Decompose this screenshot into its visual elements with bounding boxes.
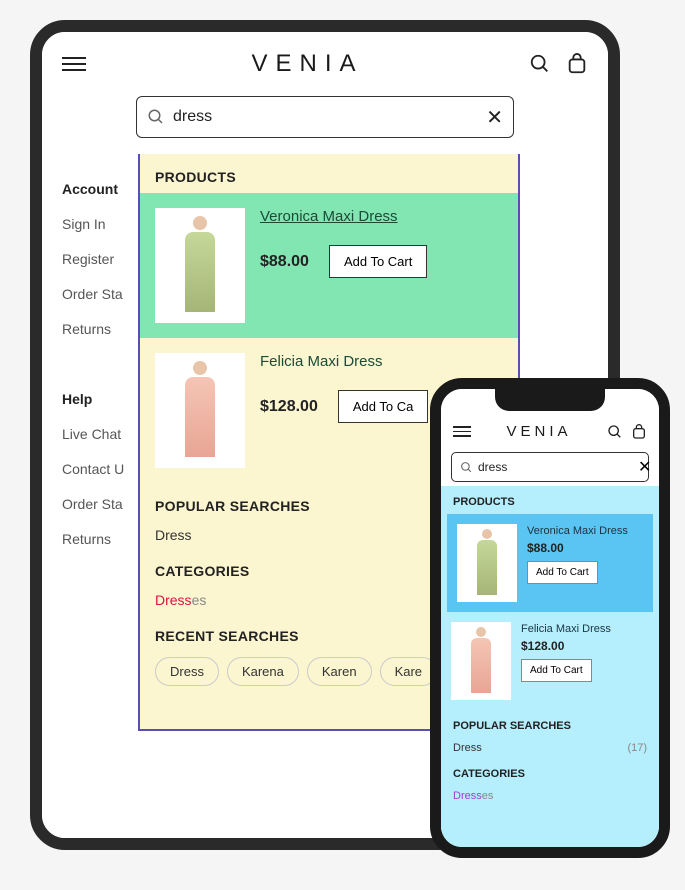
search-icon [460, 461, 473, 474]
clear-icon[interactable]: ✕ [638, 457, 651, 477]
category-item[interactable]: Dresses [441, 786, 659, 806]
popular-search-row[interactable]: Dress (17) [441, 738, 659, 758]
phone-screen: VENIA ✕ PRODUCTS [441, 389, 659, 847]
recent-search-pill[interactable]: Karena [227, 657, 299, 686]
product-image [155, 208, 245, 323]
search-dropdown: PRODUCTS Veronica Maxi Dress $88.00 Add … [441, 486, 659, 858]
product-image [457, 524, 517, 602]
recent-search-pill[interactable]: Karen [307, 657, 372, 686]
sidebar-help-head: Help [62, 382, 124, 417]
hamburger-icon[interactable] [453, 423, 471, 440]
category-rest: es [482, 790, 494, 802]
product-image [451, 622, 511, 700]
add-to-cart-button[interactable]: Add To Cart [521, 659, 592, 682]
category-rest: es [192, 592, 207, 608]
products-heading: PRODUCTS [441, 486, 659, 514]
product-name[interactable]: Veronica Maxi Dress [260, 208, 503, 225]
clear-icon[interactable]: ✕ [486, 105, 503, 130]
sidebar-background: Account Sign In Register Order Sta Retur… [62, 172, 124, 557]
category-highlight: Dress [453, 790, 482, 802]
phone-device: VENIA ✕ PRODUCTS [430, 378, 670, 858]
sidebar-item[interactable]: Contact U [62, 452, 124, 487]
product-card[interactable]: Veronica Maxi Dress $88.00 Add To Cart [447, 514, 653, 612]
recent-search-pill[interactable]: Dress [155, 657, 219, 686]
phone-notch [495, 389, 605, 411]
search-input[interactable] [473, 460, 638, 474]
product-name[interactable]: Felicia Maxi Dress [260, 353, 503, 370]
product-card[interactable]: Veronica Maxi Dress $88.00 Add To Cart [140, 193, 518, 338]
popular-searches-heading: POPULAR SEARCHES [441, 710, 659, 738]
sidebar-item[interactable]: Returns [62, 312, 124, 347]
cart-icon[interactable] [631, 424, 647, 440]
sidebar-account-head: Account [62, 172, 124, 207]
sidebar-item[interactable]: Order Sta [62, 487, 124, 522]
product-card[interactable]: Felicia Maxi Dress $128.00 Add To Cart [441, 612, 659, 710]
sidebar-item[interactable]: Sign In [62, 207, 124, 242]
sidebar-item[interactable]: Returns [62, 522, 124, 557]
sidebar-item[interactable]: Register [62, 242, 124, 277]
product-name[interactable]: Veronica Maxi Dress [527, 524, 643, 538]
cart-icon[interactable] [566, 53, 588, 75]
sidebar-item[interactable]: Order Sta [62, 277, 124, 312]
product-image [155, 353, 245, 468]
product-price: $128.00 [260, 398, 318, 416]
tablet-header: VENIA [42, 32, 608, 96]
search-input[interactable] [165, 108, 486, 126]
search-icon [147, 108, 165, 126]
product-price: $88.00 [260, 253, 309, 271]
brand-logo: VENIA [251, 50, 363, 78]
products-heading: PRODUCTS [140, 154, 518, 193]
add-to-cart-button[interactable]: Add To Ca [338, 390, 428, 423]
search-bar[interactable]: ✕ [451, 452, 649, 482]
popular-search-item: Dress [453, 742, 482, 754]
search-bar[interactable]: ✕ [136, 96, 514, 138]
add-to-cart-button[interactable]: Add To Cart [329, 245, 427, 278]
hamburger-icon[interactable] [62, 53, 86, 75]
recent-search-pill[interactable]: Kare [380, 657, 437, 686]
add-to-cart-button[interactable]: Add To Cart [527, 561, 598, 584]
popular-search-count: (17) [627, 742, 647, 754]
product-price: $88.00 [527, 541, 643, 555]
brand-logo: VENIA [506, 423, 571, 440]
category-highlight: Dress [155, 592, 192, 608]
categories-heading: CATEGORIES [441, 758, 659, 786]
product-name[interactable]: Felicia Maxi Dress [521, 622, 649, 636]
search-icon[interactable] [607, 424, 623, 440]
product-price: $128.00 [521, 639, 649, 653]
phone-header: VENIA [441, 417, 659, 446]
search-icon[interactable] [529, 53, 551, 75]
sidebar-item[interactable]: Live Chat [62, 417, 124, 452]
